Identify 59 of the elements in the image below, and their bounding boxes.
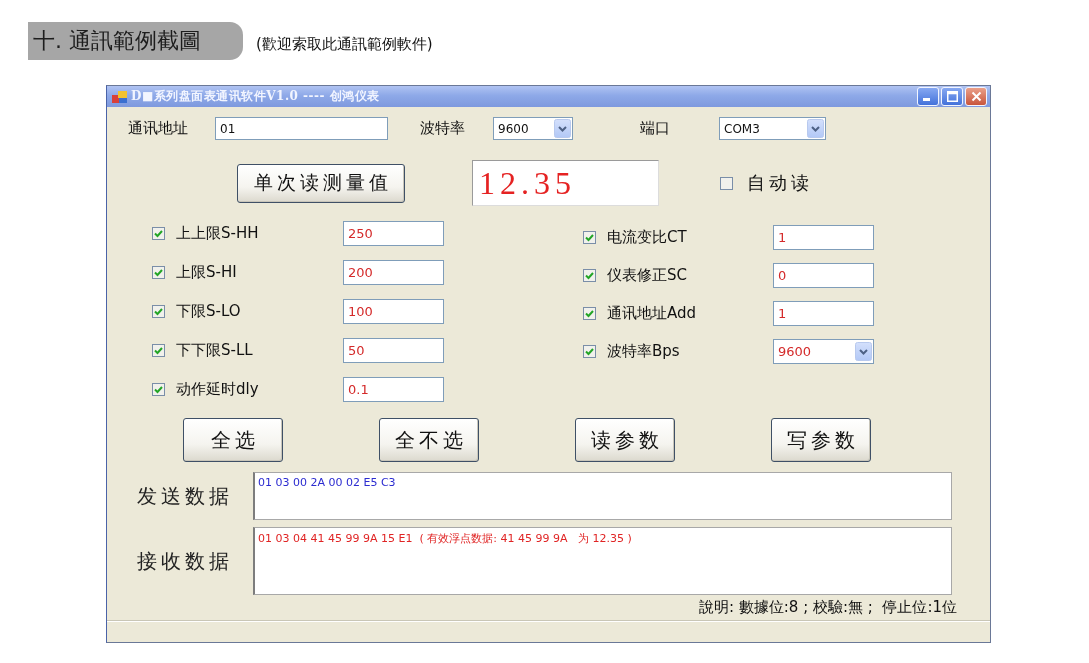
subtitle-text: (歡迎索取此通訊範例軟件) (256, 35, 433, 54)
close-button[interactable] (965, 87, 987, 106)
checkbox-label: 下下限S-LL (176, 341, 254, 360)
window-title: D■系列盘面表通讯软件V1.0 ---- 创鸿仪表 (131, 88, 380, 105)
text-input[interactable]: 0.1 (343, 377, 444, 402)
checkbox[interactable] (152, 266, 165, 279)
dropdown[interactable]: 9600 (773, 339, 874, 364)
checkbox-label: 动作延时dly (176, 380, 260, 399)
checkbox[interactable] (720, 176, 733, 190)
dropdown[interactable]: COM3 (719, 117, 826, 140)
action-button[interactable]: 全不选 (379, 418, 479, 462)
maximize-button[interactable] (941, 87, 963, 106)
text-input[interactable]: 50 (343, 338, 444, 363)
send-label: 发送数据 (137, 482, 234, 510)
close-icon (970, 91, 982, 102)
checkbox-label: 通讯地址Add (607, 304, 698, 323)
checkbox-label: 上上限S-HH (176, 224, 260, 243)
receive-data-field[interactable]: 01 03 04 41 45 99 9A 15 E1 ( 有效浮点数据: 41 45 99 9A 为 12.35 ) (253, 527, 952, 595)
receive-label: 接收数据 (137, 547, 234, 575)
field-label: 端口 (640, 119, 671, 138)
checkbox-label: 上限S-HI (176, 263, 238, 282)
field-label: 通讯地址 (128, 119, 189, 138)
text-input[interactable]: 200 (343, 260, 444, 285)
checkbox[interactable] (152, 383, 165, 396)
maximize-icon (946, 91, 958, 102)
section-heading: 十. 通訊範例截圖 (28, 22, 243, 60)
send-data-field[interactable]: 01 03 00 2A 00 02 E5 C3 (253, 472, 952, 520)
checkbox[interactable] (583, 269, 596, 282)
checkbox-label: 仪表修正SC (607, 266, 688, 285)
text-input[interactable]: 0 (773, 263, 874, 288)
checkbox[interactable] (152, 305, 165, 318)
measure-button[interactable]: 单次读测量值 (237, 163, 405, 203)
action-button[interactable]: 读参数 (575, 418, 675, 462)
checkbox[interactable] (152, 344, 165, 357)
checkbox-label: 电流变比CT (607, 228, 688, 247)
text-input[interactable]: 250 (343, 221, 444, 246)
caret-icon[interactable] (554, 119, 571, 138)
checkbox-label: 波特率Bps (607, 342, 681, 361)
caret-icon[interactable] (855, 342, 872, 361)
checkbox-label: 下限S-LO (176, 302, 242, 321)
checkbox[interactable] (583, 307, 596, 320)
reading-display: 12.35 (472, 160, 659, 206)
checkbox[interactable] (152, 227, 165, 240)
text-input[interactable]: 1 (773, 225, 874, 250)
action-button[interactable]: 写参数 (771, 418, 871, 462)
note-text: 說明: 數據位:8 ; 校驗:無 ; 停止位:1位 (698, 598, 957, 617)
action-button[interactable]: 全选 (183, 418, 283, 462)
checkbox[interactable] (583, 231, 596, 244)
text-input[interactable]: 100 (343, 299, 444, 324)
text-input[interactable]: 1 (773, 301, 874, 326)
caret-icon[interactable] (807, 119, 824, 138)
app-icon (112, 90, 127, 103)
text-input[interactable]: 01 (215, 117, 388, 140)
minimize-button[interactable] (917, 87, 939, 106)
minimize-icon (922, 98, 930, 101)
field-label: 波特率 (420, 119, 466, 138)
checkbox[interactable] (583, 345, 596, 358)
checkbox-label: 自动读 (747, 171, 813, 195)
dropdown[interactable]: 9600 (493, 117, 573, 140)
